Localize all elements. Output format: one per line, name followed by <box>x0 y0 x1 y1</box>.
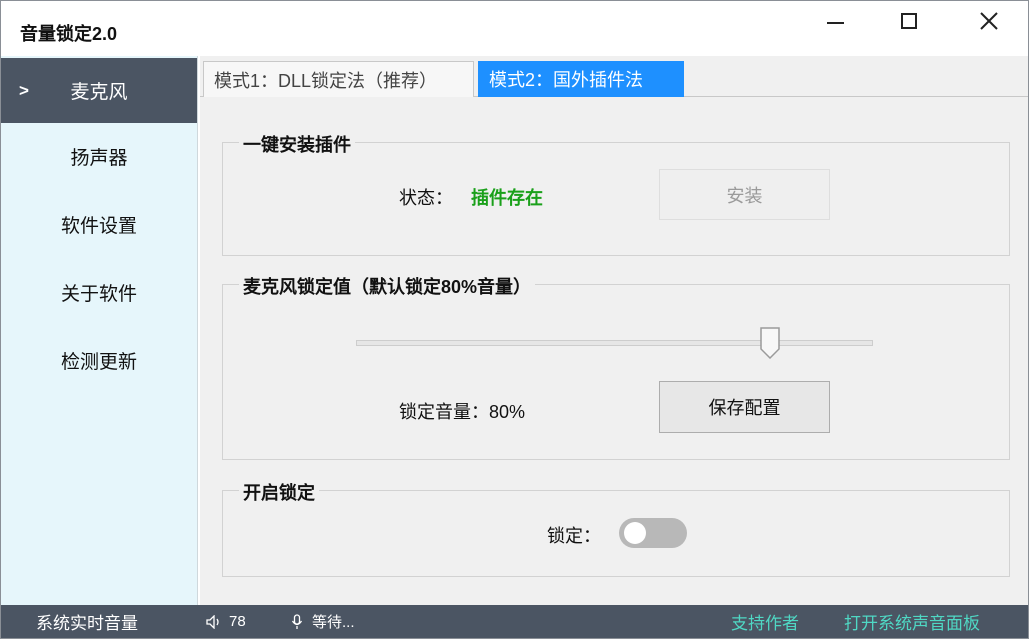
sidebar-item-check-update[interactable]: 检测更新 <box>1 328 197 393</box>
open-sound-panel-link[interactable]: 打开系统声音面板 <box>844 605 980 638</box>
speaker-volume-value: 78 <box>229 613 246 630</box>
sidebar: > 麦克风 扬声器 软件设置 关于软件 检测更新 <box>1 56 198 605</box>
group-title: 一键安装插件 <box>239 131 355 157</box>
sidebar-item-speaker[interactable]: 扬声器 <box>1 124 197 189</box>
close-button[interactable] <box>966 1 1012 41</box>
lock-toggle[interactable] <box>619 518 687 548</box>
minimize-icon <box>826 22 844 24</box>
sidebar-item-microphone[interactable]: > 麦克风 <box>1 58 197 123</box>
tab-mode2-plugin[interactable]: 模式2：国外插件法 <box>478 61 684 97</box>
sidebar-item-label: 检测更新 <box>60 352 137 373</box>
maximize-icon <box>901 13 917 29</box>
sidebar-item-about[interactable]: 关于软件 <box>1 260 197 325</box>
status-bar: 系统实时音量 78 等待... 支持作者 打开系统声音面板 <box>1 605 1028 638</box>
volume-slider-thumb[interactable] <box>759 327 780 359</box>
status-label: 状态： <box>399 188 453 208</box>
group-title: 开启锁定 <box>239 479 319 505</box>
maximize-button[interactable] <box>886 1 932 41</box>
volume-slider-track[interactable] <box>356 340 873 346</box>
title-bar: 音量锁定2.0 <box>1 1 1028 56</box>
install-plugin-group: 一键安装插件 状态： 插件存在 安装 <box>222 131 1010 256</box>
tab-mode1-dll[interactable]: 模式1：DLL锁定法（推荐） <box>203 61 474 97</box>
sidebar-item-label: 麦克风 <box>70 82 128 103</box>
locked-volume-label: 锁定音量：80% <box>399 402 526 422</box>
lock-value-group: 麦克风锁定值（默认锁定80%音量） 锁定音量：80% 保存配置 <box>222 273 1010 460</box>
active-marker-icon: > <box>19 80 29 100</box>
window-title: 音量锁定2.0 <box>20 24 118 44</box>
sidebar-item-label: 软件设置 <box>60 216 137 237</box>
status-value: 插件存在 <box>471 188 543 208</box>
main-content: 模式1：DLL锁定法（推荐） 模式2：国外插件法 一键安装插件 状态： 插件存在… <box>200 56 1028 605</box>
sidebar-item-software-settings[interactable]: 软件设置 <box>1 192 197 257</box>
microphone-icon <box>291 613 303 629</box>
sidebar-item-label: 扬声器 <box>70 148 128 169</box>
support-author-link[interactable]: 支持作者 <box>731 605 799 638</box>
app-window: 音量锁定2.0 > 麦克风 扬声器 软件设置 关于软件 检测更新 模式1：DLL… <box>0 0 1029 639</box>
close-icon <box>980 12 998 30</box>
group-title: 麦克风锁定值（默认锁定80%音量） <box>239 273 536 299</box>
mic-status: 等待... <box>291 605 355 638</box>
mic-status-text: 等待... <box>312 614 355 631</box>
sidebar-item-label: 关于软件 <box>60 284 137 305</box>
save-config-button[interactable]: 保存配置 <box>659 381 830 433</box>
speaker-volume: 78 <box>206 605 246 638</box>
install-button[interactable]: 安装 <box>659 169 830 220</box>
lock-label: 锁定： <box>547 526 601 546</box>
realtime-volume-label: 系统实时音量 <box>36 614 138 633</box>
mode-tabs: 模式1：DLL锁定法（推荐） 模式2：国外插件法 <box>200 61 1028 97</box>
speaker-icon <box>206 614 219 629</box>
enable-lock-group: 开启锁定 锁定： <box>222 479 1010 577</box>
minimize-button[interactable] <box>812 1 858 41</box>
toggle-knob <box>624 522 646 544</box>
